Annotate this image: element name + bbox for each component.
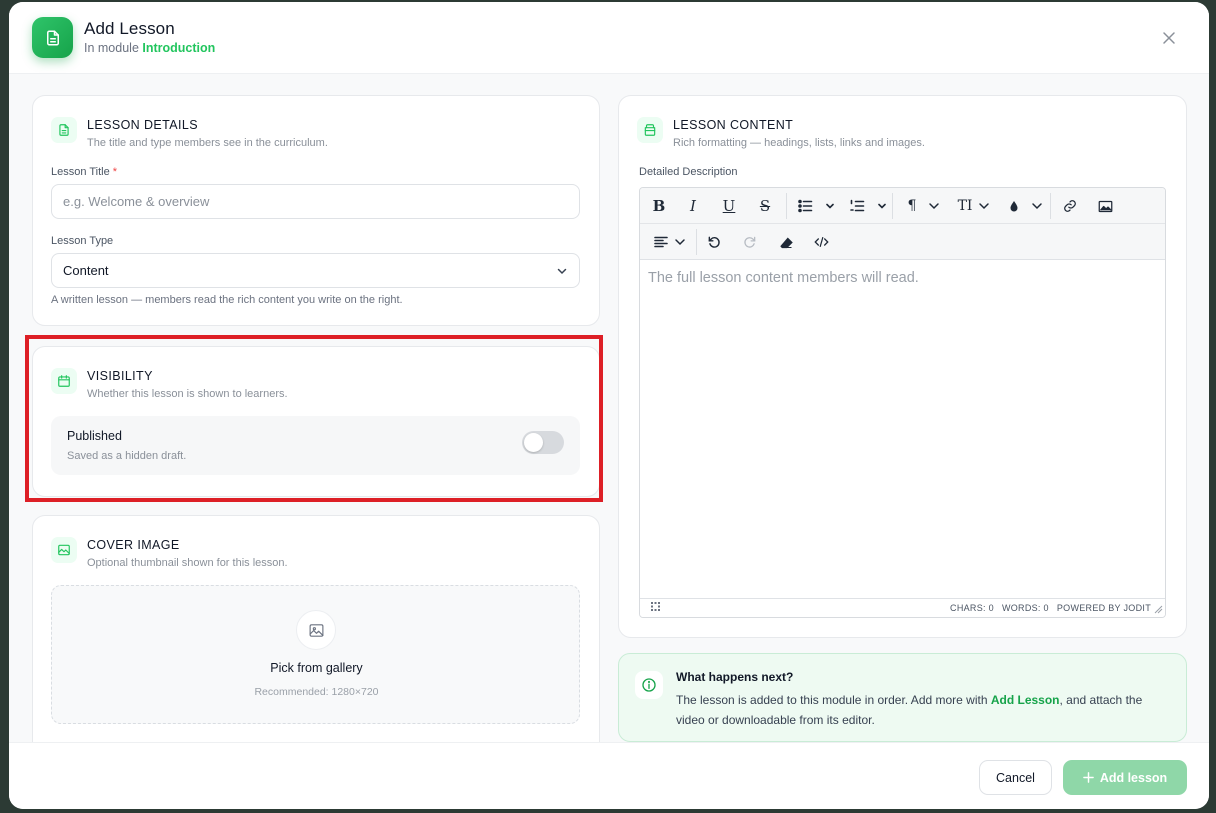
bullet-list-icon[interactable] (796, 196, 836, 216)
char-count: CHARS: 0 (950, 603, 994, 613)
toolbar-separator (696, 229, 697, 255)
image-icon (296, 610, 336, 650)
lesson-type-label: Lesson Type (51, 235, 114, 247)
document-icon (51, 117, 77, 143)
add-lesson-modal: Add Lesson In module Introduction LESSON… (9, 2, 1209, 809)
plus-icon (1082, 772, 1094, 783)
info-title: What happens next? (676, 670, 794, 684)
info-text: The lesson is added to this module in or… (676, 690, 1171, 730)
editor-stats: CHARS: 0 WORDS: 0 POWERED BY JODIT (950, 603, 1151, 613)
resize-handle-icon[interactable] (1153, 604, 1163, 616)
numbered-list-icon[interactable] (848, 196, 888, 216)
published-toggle[interactable] (522, 431, 564, 454)
modal-body: LESSON DETAILS The title and type member… (9, 74, 1209, 755)
lesson-title-label-text: Lesson Title (51, 166, 110, 178)
toolbar-row-2 (640, 224, 1165, 260)
link-icon[interactable] (1060, 196, 1080, 216)
lesson-details-card: LESSON DETAILS The title and type member… (32, 95, 600, 326)
image-icon[interactable] (1095, 196, 1115, 216)
eraser-icon[interactable] (776, 232, 796, 252)
strikethrough-icon[interactable]: S (756, 196, 774, 216)
editor-content-area[interactable]: The full lesson content members will rea… (640, 261, 1165, 598)
lesson-type-value: Content (63, 263, 109, 278)
cover-image-title: COVER IMAGE (87, 538, 180, 552)
gallery-dropzone[interactable]: Pick from gallery Recommended: 1280×720 (51, 585, 580, 724)
lesson-type-select[interactable]: Content (51, 253, 580, 288)
underline-icon[interactable]: U (720, 196, 738, 216)
modal-footer: Cancel Add lesson (9, 742, 1209, 809)
image-icon (51, 537, 77, 563)
detailed-description-label: Detailed Description (639, 166, 738, 178)
calendar-icon (51, 368, 77, 394)
text-color-icon[interactable] (1006, 196, 1046, 216)
pick-from-gallery-label: Pick from gallery (270, 661, 363, 675)
info-text-before: The lesson is added to this module in or… (676, 693, 991, 707)
align-left-icon[interactable] (650, 232, 690, 252)
bold-icon[interactable]: B (650, 196, 668, 216)
undo-icon[interactable] (704, 232, 724, 252)
add-lesson-link: Add Lesson (990, 693, 1060, 707)
editor-toolbar: B I U S ¶ TI (640, 188, 1165, 260)
redo-icon[interactable] (740, 232, 760, 252)
add-lesson-label: Add lesson (1099, 770, 1168, 785)
add-lesson-button[interactable]: Add lesson (1063, 760, 1187, 795)
recommended-size: Recommended: 1280×720 (254, 686, 379, 698)
italic-icon[interactable]: I (684, 196, 702, 216)
source-code-icon[interactable] (811, 232, 831, 252)
lesson-title-label: Lesson Title * (51, 166, 117, 178)
chevron-down-icon (556, 265, 568, 280)
visibility-title: VISIBILITY (87, 369, 153, 383)
toggle-knob (524, 433, 543, 452)
lesson-details-description: The title and type members see in the cu… (87, 137, 328, 149)
cover-image-card: COVER IMAGE Optional thumbnail shown for… (32, 515, 600, 755)
lesson-content-title: LESSON CONTENT (673, 118, 794, 132)
lesson-content-description: Rich formatting — headings, lists, links… (673, 137, 925, 149)
cover-image-description: Optional thumbnail shown for this lesson… (87, 557, 288, 569)
module-name: Introduction (142, 41, 216, 55)
toolbar-separator (786, 193, 787, 219)
visibility-card: VISIBILITY Whether this lesson is shown … (32, 346, 600, 497)
editor-placeholder: The full lesson content members will rea… (648, 270, 919, 286)
editor-status-bar: CHARS: 0 WORDS: 0 POWERED BY JODIT (640, 598, 1165, 617)
document-icon (32, 17, 73, 58)
info-icon (635, 671, 663, 699)
published-toggle-row: Published Saved as a hidden draft. (51, 416, 580, 475)
published-label: Published (67, 429, 122, 443)
toolbar-separator (1050, 193, 1051, 219)
lesson-title-input[interactable] (51, 184, 580, 219)
box-icon (637, 117, 663, 143)
modal-header: Add Lesson In module Introduction (9, 2, 1209, 74)
font-size-icon[interactable]: TI (954, 196, 994, 216)
close-icon[interactable] (1159, 28, 1179, 48)
powered-by[interactable]: POWERED BY JODIT (1057, 603, 1151, 613)
cancel-button[interactable]: Cancel (979, 760, 1052, 795)
resize-grid-icon (651, 602, 660, 613)
visibility-description: Whether this lesson is shown to learners… (87, 388, 288, 400)
what-happens-next-card: What happens next? The lesson is added t… (618, 653, 1187, 742)
rich-text-editor: B I U S ¶ TI The full lesson content mem… (639, 187, 1166, 618)
lesson-content-card: LESSON CONTENT Rich formatting — heading… (618, 95, 1187, 638)
toolbar-row-1: B I U S ¶ TI (640, 188, 1165, 224)
word-count: WORDS: 0 (1001, 603, 1049, 613)
required-mark: * (112, 166, 118, 178)
toolbar-separator (892, 193, 893, 219)
paragraph-icon[interactable]: ¶ (904, 196, 944, 216)
lesson-details-title: LESSON DETAILS (87, 118, 198, 132)
modal-title: Add Lesson (84, 19, 175, 38)
lesson-type-hint: A written lesson — members read the rich… (51, 294, 403, 306)
modal-subtitle: In module Introduction (84, 41, 215, 55)
published-sub: Saved as a hidden draft. (67, 450, 187, 462)
subtitle-prefix: In module (84, 41, 139, 55)
